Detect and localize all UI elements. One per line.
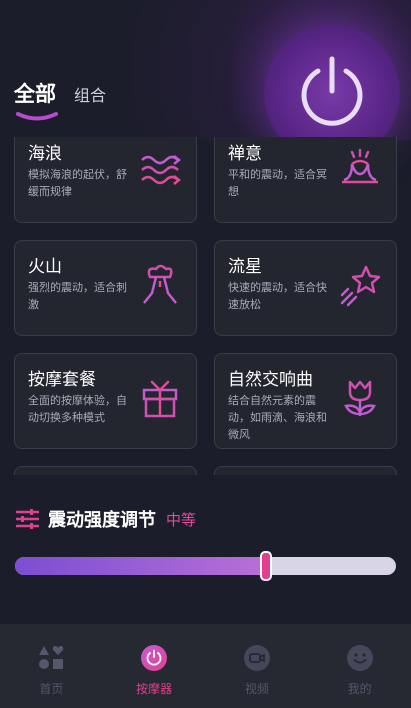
intensity-slider-fill (15, 557, 267, 575)
mode-card-meteor[interactable]: 流星 快速的震动，适合快速放松 (214, 240, 397, 336)
mode-card-title: 禅意 (228, 144, 262, 164)
tab-active-indicator (16, 112, 58, 121)
category-tabs: 全部 组合 (14, 78, 106, 121)
mode-card-title: 火山 (28, 257, 62, 277)
nav-label: 按摩器 (136, 682, 173, 696)
nav-label: 我的 (347, 682, 372, 696)
mode-card-zen[interactable]: 禅意 平和的震动，适合冥想 (214, 137, 397, 223)
mode-card-nature[interactable]: 自然交响曲 结合自然元素的震动，如雨滴、海浪和微风 (214, 353, 397, 449)
mode-card-title: 海浪 (28, 144, 62, 164)
mode-card-desc: 模拟海浪的起伏，舒缓而规律 (28, 168, 127, 198)
nav-item-video[interactable]: 视频 (206, 624, 309, 708)
mode-card-waves[interactable]: 海浪 模拟海浪的起伏，舒缓而规律 (14, 137, 197, 223)
bottom-nav: 首页 按摩器 视频 我的 (0, 624, 411, 708)
mode-card-desc: 全面的按摩体验，自动切换多种模式 (28, 394, 127, 424)
gift-icon (142, 380, 178, 418)
mode-grid: 海浪 模拟海浪的起伏，舒缓而规律 禅意 平和的震动，适合冥想 火山 强烈的震动，… (0, 137, 411, 475)
smiley-icon (346, 645, 373, 671)
tab-all[interactable]: 全部 (14, 78, 58, 121)
intensity-slider-thumb[interactable] (260, 551, 273, 581)
mode-card-desc: 结合自然元素的震动，如雨滴、海浪和微风 (228, 394, 327, 441)
shooting-star-icon (340, 265, 381, 307)
mode-card-title: 流星 (228, 257, 262, 277)
mode-card-volcano[interactable]: 火山 强烈的震动，适合刺激 (14, 240, 197, 336)
nav-item-home[interactable]: 首页 (0, 624, 103, 708)
mode-card-title: 按摩套餐 (28, 370, 96, 390)
shapes-icon (39, 646, 64, 669)
mode-card-title: 自然交响曲 (228, 370, 313, 390)
mode-card-partial[interactable] (14, 466, 197, 475)
tab-all-label: 全部 (14, 82, 56, 106)
waves-icon (141, 155, 182, 185)
sliders-icon (16, 509, 39, 529)
nav-item-massager[interactable]: 按摩器 (103, 624, 206, 708)
mode-card-partial[interactable] (214, 466, 397, 475)
volcano-icon (143, 264, 177, 304)
mode-card-desc: 快速的震动，适合快速放松 (228, 281, 327, 311)
nav-label: 视频 (244, 682, 269, 696)
intensity-slider[interactable] (15, 551, 396, 581)
nav-item-profile[interactable]: 我的 (308, 624, 411, 708)
intensity-title: 震动强度调节 (48, 510, 156, 531)
intensity-level: 中等 (166, 510, 197, 529)
tab-combo[interactable]: 组合 (74, 82, 106, 106)
intensity-header: 震动强度调节 中等 (15, 506, 196, 532)
video-icon (243, 645, 270, 671)
nav-label: 首页 (39, 682, 64, 696)
tulip-icon (344, 380, 376, 416)
power-icon (301, 56, 363, 126)
mode-card-desc: 强烈的震动，适合刺激 (28, 281, 127, 311)
power-icon (141, 645, 168, 671)
lotus-icon (342, 148, 378, 184)
mode-card-package[interactable]: 按摩套餐 全面的按摩体验，自动切换多种模式 (14, 353, 197, 449)
mode-card-desc: 平和的震动，适合冥想 (228, 168, 327, 198)
